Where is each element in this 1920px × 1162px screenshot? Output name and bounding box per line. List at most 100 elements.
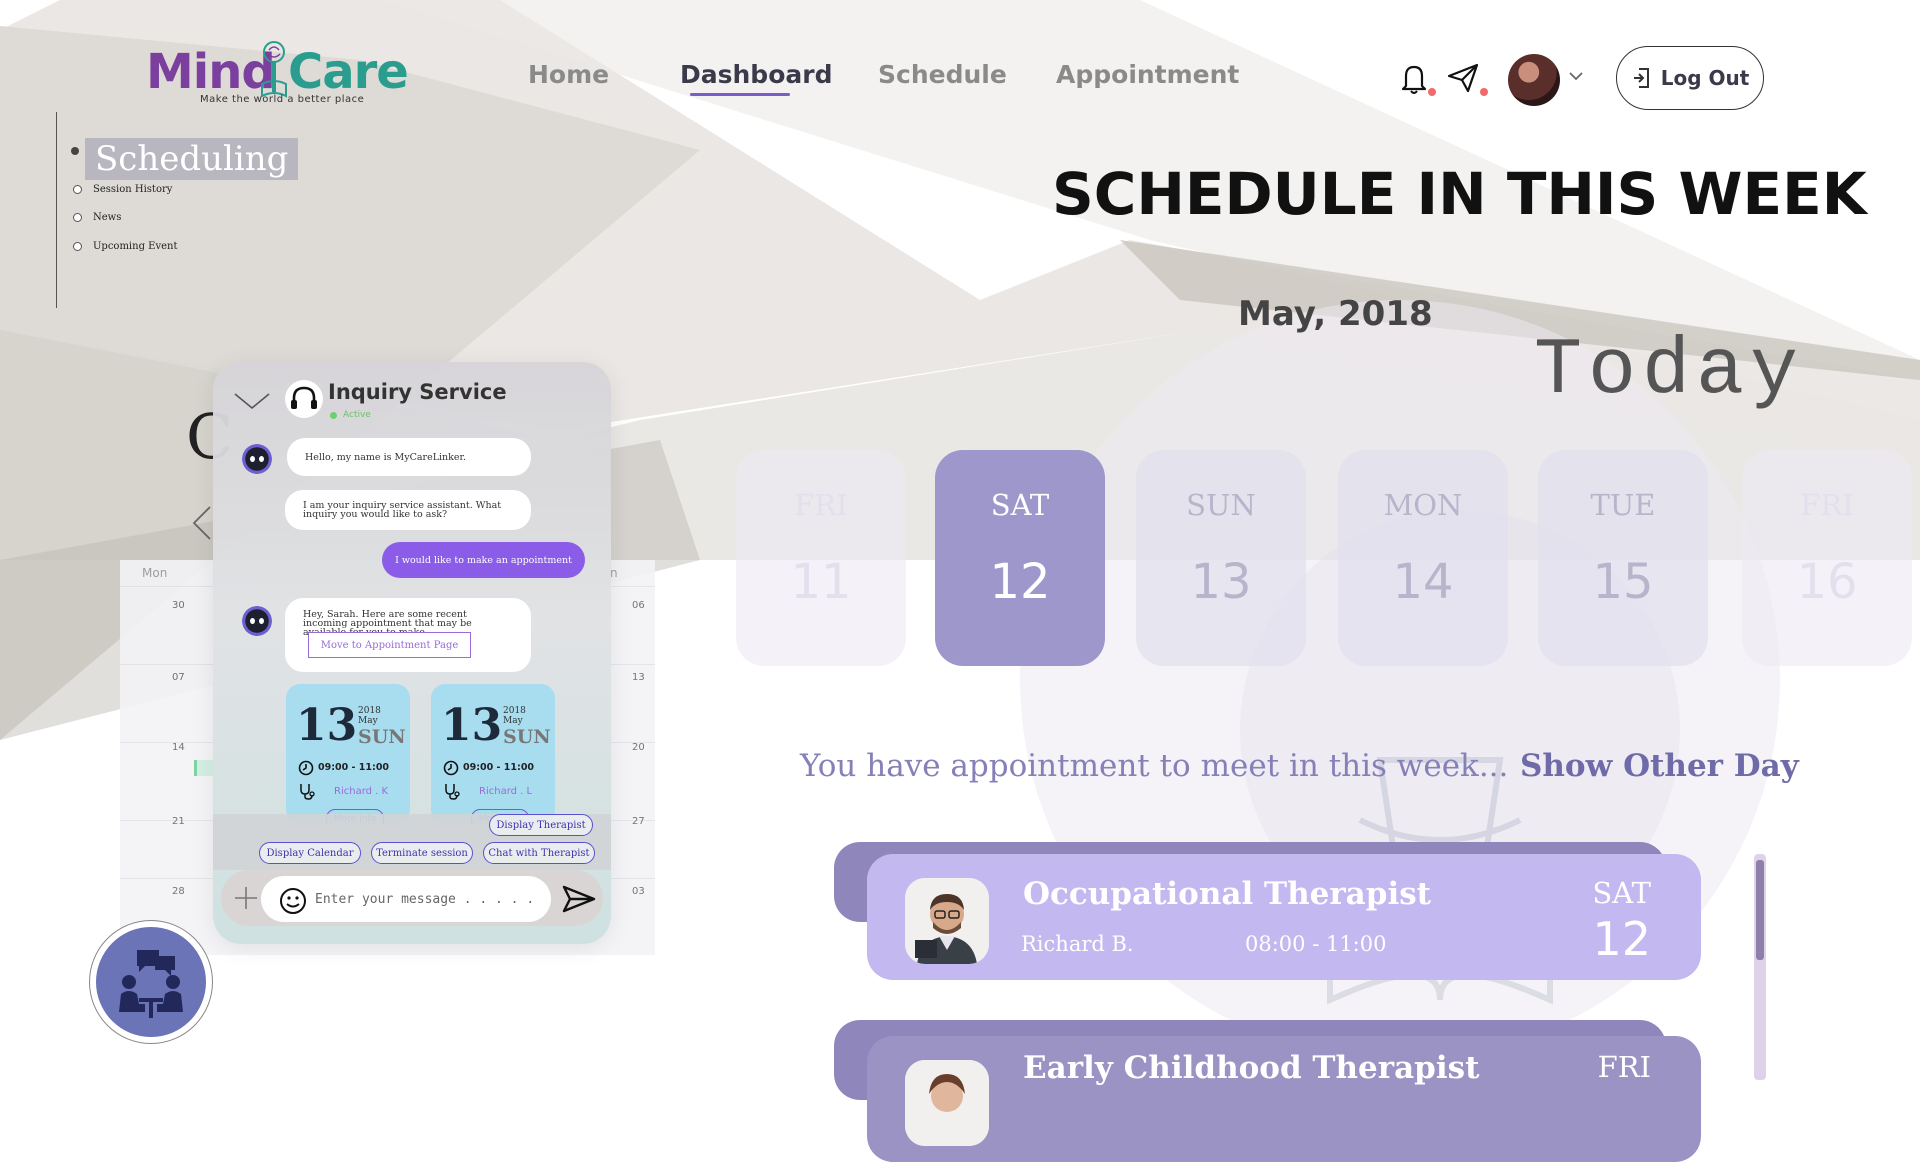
appt-day: 13	[441, 700, 503, 751]
clock-icon	[443, 760, 459, 776]
send-icon[interactable]	[561, 884, 597, 914]
menu-bullet-icon	[73, 185, 82, 194]
clock-icon	[298, 760, 314, 776]
menu-item-label: News	[93, 212, 122, 223]
day-card-sun[interactable]: SUN 13	[1136, 450, 1306, 666]
appt-time: 09:00 - 11:00	[463, 762, 535, 773]
day-card-dow: TUE	[1590, 488, 1656, 522]
chevron-down-icon[interactable]	[1568, 70, 1584, 82]
appt-therapist-name: Richard . L	[479, 786, 533, 797]
day-card-dow: SUN	[1186, 488, 1256, 522]
nav-home[interactable]: Home	[528, 60, 609, 89]
appt-therapist-name: Richard . K	[334, 786, 389, 797]
chat-status: Active	[343, 410, 371, 420]
menu-bullet-icon	[73, 213, 82, 222]
today-label: Today	[1534, 326, 1805, 417]
show-other-day-link[interactable]: Show Other Day	[1520, 748, 1799, 784]
therapist-photo	[905, 878, 989, 964]
day-card-dow: MON	[1383, 488, 1463, 522]
month-label: May, 2018	[1238, 294, 1433, 334]
chevron-left-icon[interactable]	[190, 505, 214, 541]
nav-dashboard[interactable]: Dashboard	[680, 60, 832, 89]
appointment-therapist: Richard B.	[1021, 932, 1134, 956]
menu-bullet	[71, 147, 79, 155]
appointment-time: 08:00 - 11:00	[1245, 932, 1387, 956]
scrollbar-thumb[interactable]	[1756, 860, 1764, 960]
terminate-session-button[interactable]: Terminate session	[371, 842, 473, 864]
appt-year: 2018	[503, 706, 526, 716]
nav-appointment[interactable]: Appointment	[1056, 60, 1239, 89]
move-to-appointment-button[interactable]: Move to Appointment Page	[308, 632, 471, 658]
day-card-tue[interactable]: TUE 15	[1538, 450, 1708, 666]
calendar-date[interactable]: 07	[172, 672, 185, 683]
chevron-down-icon[interactable]	[233, 390, 271, 412]
day-card-fri[interactable]: FRI 11	[736, 450, 906, 666]
appointment-day-num: 12	[1592, 912, 1651, 966]
calendar-date[interactable]: 20	[632, 742, 645, 753]
calendar-date[interactable]: 27	[632, 816, 645, 827]
side-menu: Scheduling Session History News Upcoming…	[56, 112, 299, 308]
appt-day: 13	[296, 700, 358, 751]
therapy-session-button[interactable]	[89, 920, 213, 1044]
appointment-card[interactable]: Early Childhood Therapist FRI	[867, 1036, 1701, 1162]
nav-schedule[interactable]: Schedule	[878, 60, 1007, 89]
appointments-scrollbar[interactable]	[1754, 854, 1766, 1080]
calendar-date[interactable]: 21	[172, 816, 185, 827]
appointment-suggestion-card[interactable]: 13 2018 May SUN 09:00 - 11:00 Richard . …	[286, 684, 410, 824]
calendar-date[interactable]: 06	[632, 600, 645, 611]
nav-active-underline	[690, 93, 790, 96]
therapy-session-icon	[119, 950, 183, 1018]
chat-input-bar	[221, 870, 603, 926]
brand-name-care: Care	[288, 44, 409, 100]
menu-item-label: Upcoming Event	[93, 241, 178, 252]
emoji-icon[interactable]	[279, 887, 307, 915]
menu-item-upcoming-event[interactable]: Upcoming Event	[73, 241, 177, 252]
inquiry-chat-panel: Inquiry Service Active Hello, my name is…	[213, 362, 611, 944]
day-card-num: 11	[790, 554, 852, 610]
messages-button[interactable]	[1446, 62, 1488, 98]
headset-icon	[285, 380, 323, 418]
day-card-fri-next[interactable]: FRI 16	[1742, 450, 1912, 666]
day-card-mon[interactable]: MON 14	[1338, 450, 1508, 666]
calendar-date[interactable]: 03	[632, 886, 645, 897]
day-card-num: 13	[1190, 554, 1252, 610]
day-card-dow: FRI	[1800, 488, 1854, 522]
calendar-date[interactable]: 14	[172, 742, 185, 753]
bot-message: I am your inquiry service assistant. Wha…	[285, 490, 531, 530]
brand-logo[interactable]: Mind Care Make the world a better place	[146, 40, 416, 112]
page-title: SCHEDULE IN THIS WEEK	[1052, 160, 1867, 228]
week-appointment-message: You have appointment to meet in this wee…	[800, 748, 1509, 784]
paper-plane-icon	[1447, 63, 1479, 93]
brand-tagline: Make the world a better place	[200, 94, 365, 105]
day-card-sat[interactable]: SAT 12	[935, 450, 1105, 666]
logout-button[interactable]: Log Out	[1616, 46, 1764, 110]
status-dot	[330, 412, 337, 419]
menu-item-session-history[interactable]: Session History	[73, 184, 172, 195]
user-message: I would like to make an appointment	[382, 542, 585, 578]
day-card-num: 15	[1592, 554, 1654, 610]
calendar-date[interactable]: 13	[632, 672, 645, 683]
menu-bullet-icon	[73, 242, 82, 251]
calendar-col-head: n	[610, 566, 618, 580]
bell-icon	[1401, 65, 1427, 94]
plus-icon[interactable]	[233, 883, 259, 913]
calendar-date[interactable]: 28	[172, 886, 185, 897]
appointment-dow: SAT	[1592, 876, 1651, 910]
calendar-col-head: Mon	[142, 566, 168, 580]
bot-avatar-icon	[242, 606, 272, 636]
notification-badge	[1428, 88, 1436, 96]
day-card-num: 12	[989, 554, 1051, 610]
user-avatar[interactable]	[1508, 54, 1560, 106]
calendar-date[interactable]: 30	[172, 600, 185, 611]
menu-item-scheduling[interactable]: Scheduling	[85, 138, 299, 180]
appointment-card[interactable]: Occupational Therapist Richard B. 08:00 …	[867, 854, 1701, 980]
display-calendar-button[interactable]: Display Calendar	[259, 842, 361, 864]
appointment-suggestion-card[interactable]: 13 2018 May SUN 09:00 - 11:00 Richard . …	[431, 684, 555, 824]
notification-button[interactable]	[1398, 62, 1436, 100]
appt-time: 09:00 - 11:00	[318, 762, 390, 773]
therapist-photo	[905, 1060, 989, 1146]
menu-item-news[interactable]: News	[73, 212, 121, 223]
chat-with-therapist-button[interactable]: Chat with Therapist	[483, 842, 595, 864]
display-therapist-button[interactable]: Display Therapist	[489, 814, 593, 836]
logout-icon	[1633, 68, 1649, 88]
